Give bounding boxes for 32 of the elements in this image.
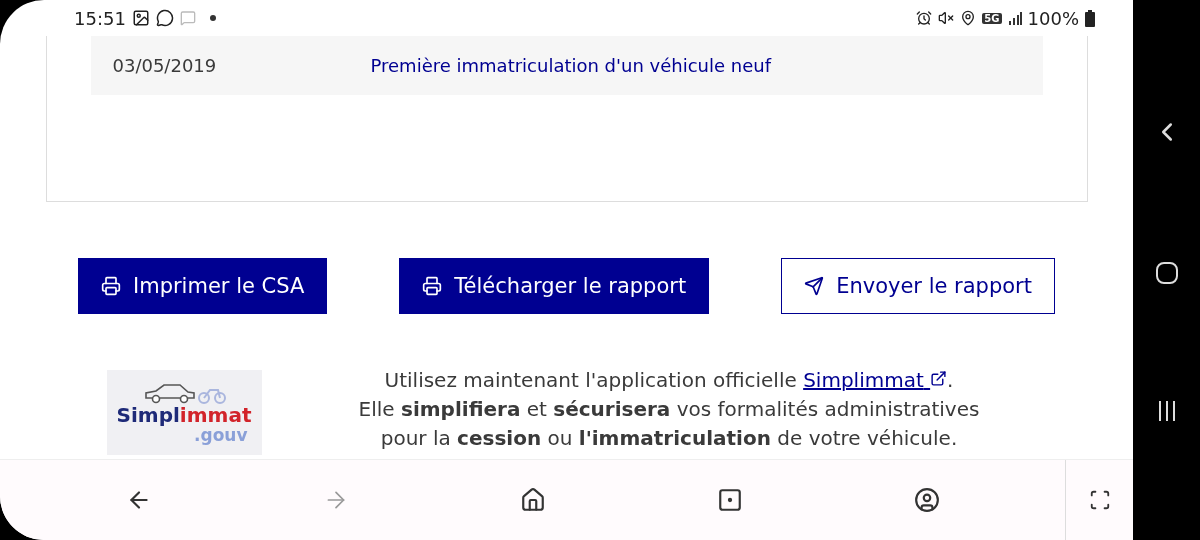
account-icon[interactable] — [913, 487, 940, 513]
mute-icon — [938, 10, 955, 26]
clock: 15:51 — [74, 7, 126, 29]
home-nav-icon[interactable] — [1154, 261, 1179, 285]
simplimmat-link[interactable]: Simplimmat — [803, 368, 948, 392]
action-button[interactable]: Télécharger le rapport — [399, 258, 710, 314]
date-cell-text: 03/05/2019 — [111, 54, 218, 76]
gallery-icon — [131, 9, 150, 27]
send-icon — [804, 276, 825, 296]
logo-text: Simplimmat — [116, 404, 252, 425]
promo-text: Elle simplifiera et sécurisera vos formalités administratives — [358, 396, 980, 423]
battery-icon — [1085, 9, 1095, 27]
alarm-icon — [916, 10, 933, 26]
printer-icon — [101, 276, 121, 296]
event-cell-text: Première immatriculation d'un véhicule neuf — [369, 54, 771, 76]
logo-domain: .gouv — [194, 424, 248, 445]
promo-text: pour la cession ou l'immatriculation de votre véhicule. — [380, 425, 958, 452]
fullscreen-icon[interactable] — [1088, 489, 1111, 511]
promo-text: Utilisez maintenant l'application officielle Simplimmat . — [384, 367, 954, 394]
message-icon — [179, 10, 196, 26]
dot-icon — [209, 15, 216, 21]
home-icon[interactable] — [519, 487, 546, 513]
action-button[interactable]: Imprimer le CSA — [78, 258, 328, 314]
signal-icon — [1007, 11, 1022, 25]
chat-icon — [155, 9, 174, 27]
printer-icon — [422, 276, 443, 296]
network-label: 5G — [982, 12, 1002, 24]
battery-level: 100% — [1027, 7, 1079, 29]
external-link-icon — [930, 370, 948, 387]
action-button[interactable]: Envoyer le rapport — [781, 258, 1055, 314]
location-icon — [960, 10, 977, 26]
tabs-icon[interactable] — [716, 487, 743, 513]
